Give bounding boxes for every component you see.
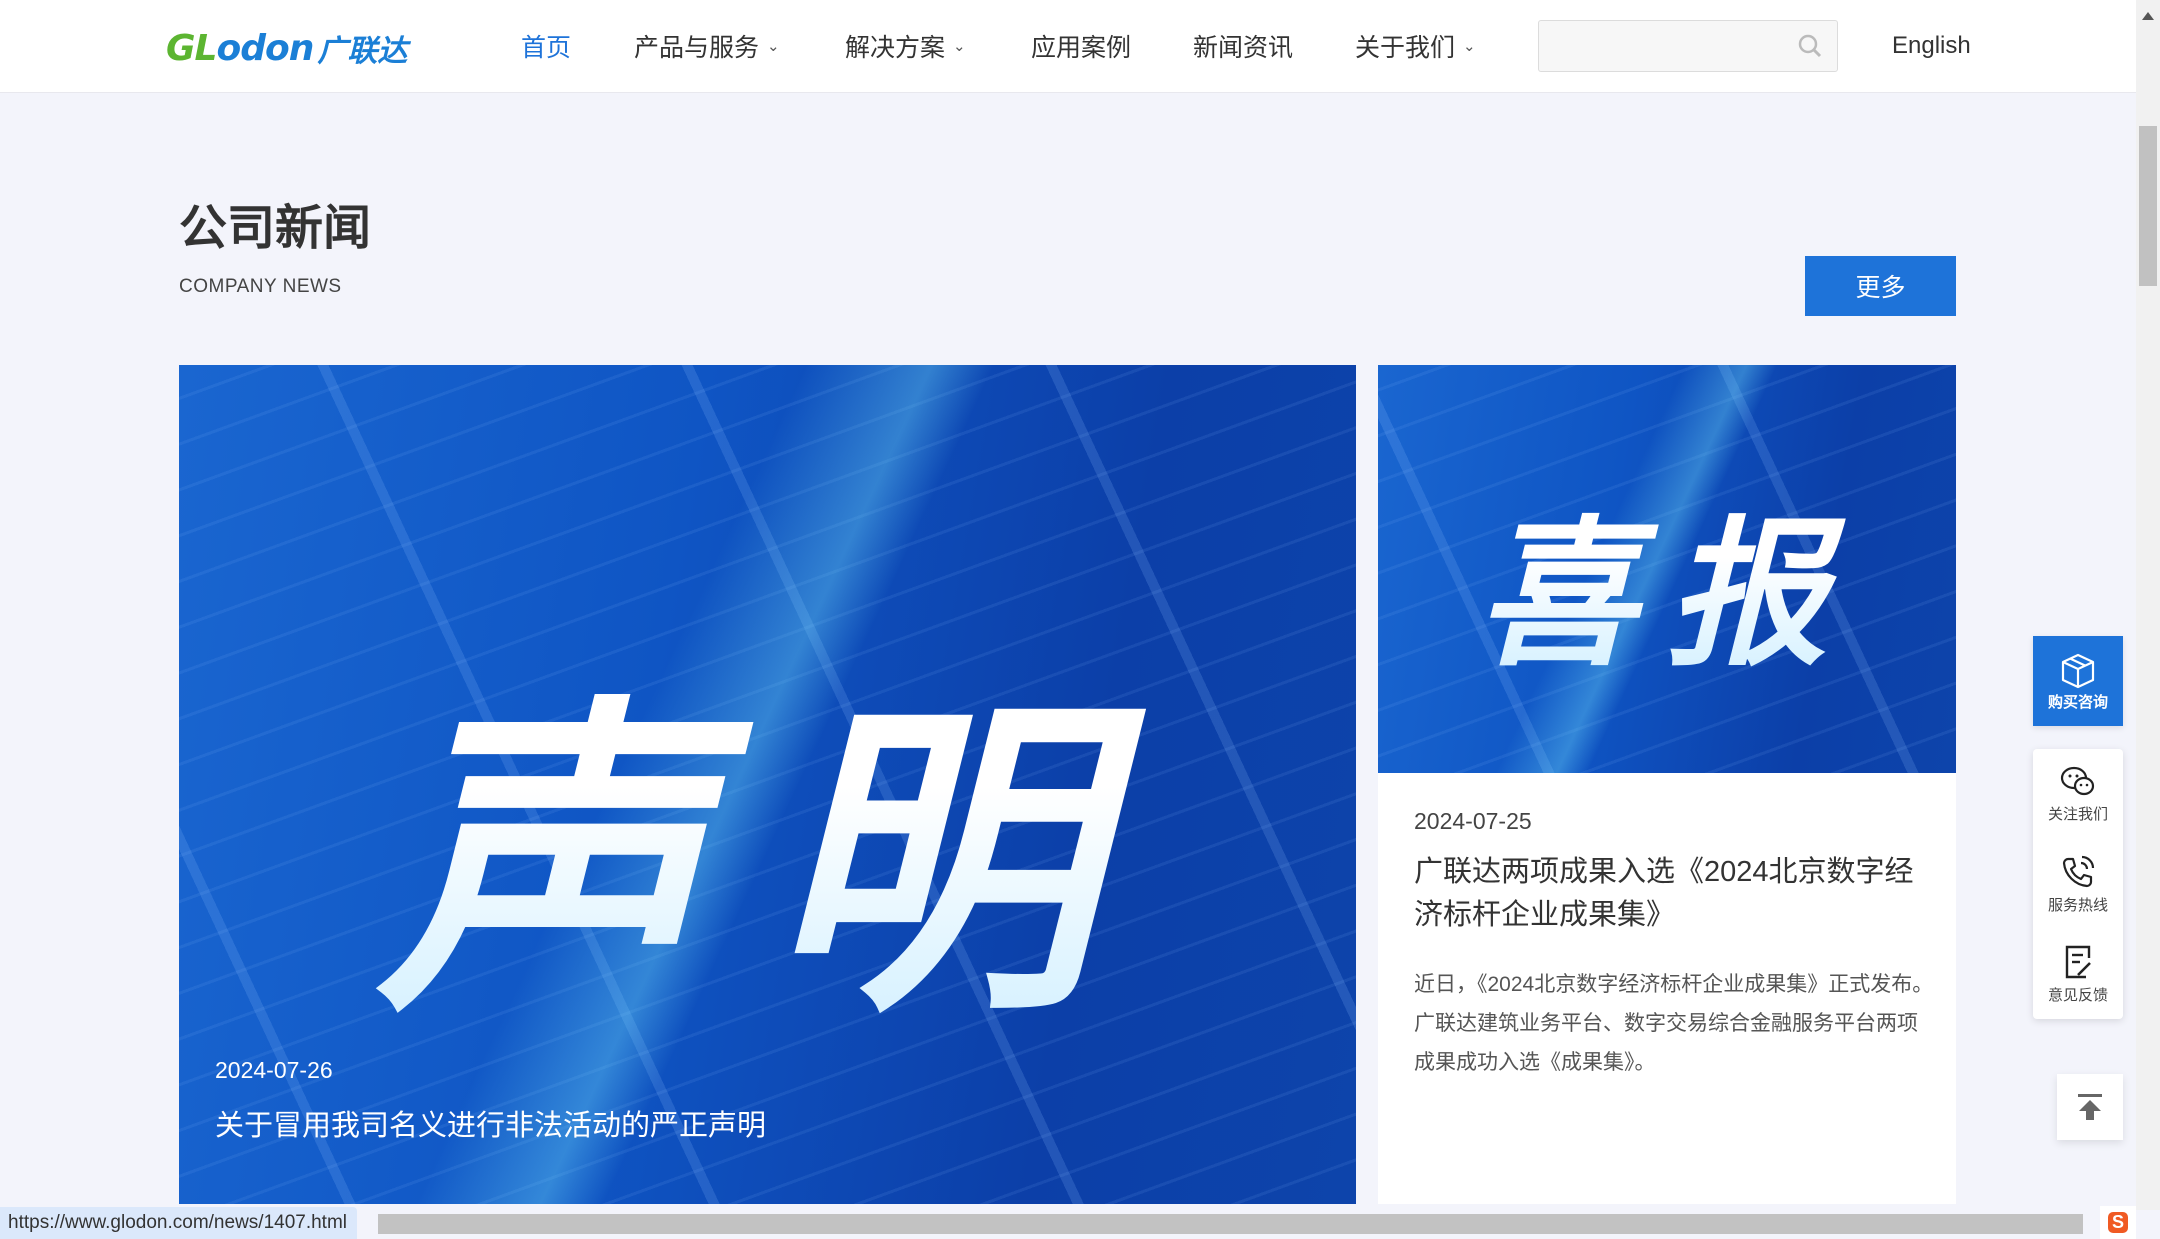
side-banner-image: 喜报 bbox=[1378, 365, 1956, 773]
news-date: 2024-07-25 bbox=[1414, 808, 1532, 834]
search-input[interactable] bbox=[1539, 21, 1793, 71]
language-switch[interactable]: English bbox=[1892, 0, 1971, 92]
ime-indicator[interactable]: S bbox=[2100, 1206, 2136, 1239]
search-icon[interactable] bbox=[1797, 33, 1823, 59]
news-headline[interactable]: 关于冒用我司名义进行非法活动的严正声明 bbox=[215, 1102, 766, 1144]
arrow-up-to-top-icon bbox=[2078, 1094, 2102, 1120]
logo-text-cn: 广联达 bbox=[317, 35, 408, 68]
nav-cases[interactable]: 应用案例 bbox=[1031, 0, 1131, 92]
nav-solutions[interactable]: 解决方案 ⌄ bbox=[845, 0, 966, 92]
featured-news-card[interactable]: 声明 2024-07-26 关于冒用我司名义进行非法活动的严正声明 bbox=[179, 365, 1356, 1204]
back-to-top-button[interactable] bbox=[2057, 1074, 2123, 1140]
chevron-down-icon: ⌄ bbox=[953, 38, 966, 55]
service-hotline-label: 服务热线 bbox=[2047, 896, 2108, 914]
featured-banner-text: 声明 bbox=[179, 595, 1356, 1073]
feedback-label: 意见反馈 bbox=[2047, 986, 2108, 1004]
feedback-button[interactable]: 意见反馈 bbox=[2033, 929, 2123, 1019]
buy-consult-label: 购买咨询 bbox=[2047, 693, 2108, 711]
scroll-up-arrow-icon[interactable] bbox=[2142, 12, 2154, 20]
news-summary: 近日，《2024北京数字经济标杆企业成果集》正式发布。广联达建筑业务平台、数字交… bbox=[1414, 973, 1934, 1074]
site-header: GLodon 广联达 首页 产品与服务 ⌄ 解决方案 ⌄ 应用案例 新闻资讯 关于我… bbox=[0, 0, 2136, 93]
follow-us-label: 关注我们 bbox=[2047, 805, 2108, 823]
chevron-down-icon: ⌄ bbox=[767, 38, 780, 55]
side-news-card[interactable]: 喜报 2024-07-25 广联达两项成果入选《2024北京数字经济标杆企业成果… bbox=[1378, 365, 1956, 1204]
scrollbar-thumb[interactable] bbox=[2139, 126, 2157, 286]
buy-consult-button[interactable]: 购买咨询 bbox=[2033, 636, 2123, 726]
news-headline[interactable]: 广联达两项成果入选《2024北京数字经济标杆企业成果集》 bbox=[1414, 851, 1924, 937]
glodon-logo[interactable]: GLodon 广联达 bbox=[166, 27, 408, 69]
horizontal-scrollbar[interactable] bbox=[378, 1214, 2083, 1234]
status-bar-url: https://www.glodon.com/news/1407.html bbox=[0, 1207, 358, 1239]
search-box bbox=[1538, 20, 1838, 72]
section-subtitle: COMPANY NEWS bbox=[179, 276, 342, 297]
featured-caption: 2024-07-26 关于冒用我司名义进行非法活动的严正声明 bbox=[215, 1057, 766, 1144]
logo-text-en: GLodon bbox=[166, 27, 314, 69]
follow-us-button[interactable]: 关注我们 bbox=[2033, 749, 2123, 839]
box-icon bbox=[2061, 653, 2095, 688]
service-hotline-button[interactable]: 服务热线 bbox=[2033, 839, 2123, 929]
nav-products[interactable]: 产品与服务 ⌄ bbox=[634, 0, 780, 92]
sogou-icon: S bbox=[2107, 1212, 2128, 1233]
phone-icon bbox=[2062, 855, 2095, 887]
vertical-scrollbar[interactable] bbox=[2136, 0, 2160, 1210]
wechat-icon bbox=[2060, 766, 2095, 795]
chevron-down-icon: ⌄ bbox=[1463, 38, 1476, 55]
nav-about[interactable]: 关于我们 ⌄ bbox=[1355, 0, 1476, 92]
side-banner-text: 喜报 bbox=[1378, 465, 1956, 697]
news-date: 2024-07-26 bbox=[215, 1057, 333, 1083]
feedback-icon bbox=[2065, 945, 2091, 978]
more-button[interactable]: 更多 bbox=[1805, 256, 1956, 316]
section-title: 公司新闻 bbox=[179, 202, 372, 255]
floating-toolbar: 关注我们 服务热线 意见反馈 bbox=[2033, 749, 2123, 1019]
nav-home[interactable]: 首页 bbox=[521, 0, 571, 92]
nav-news[interactable]: 新闻资讯 bbox=[1193, 0, 1293, 92]
